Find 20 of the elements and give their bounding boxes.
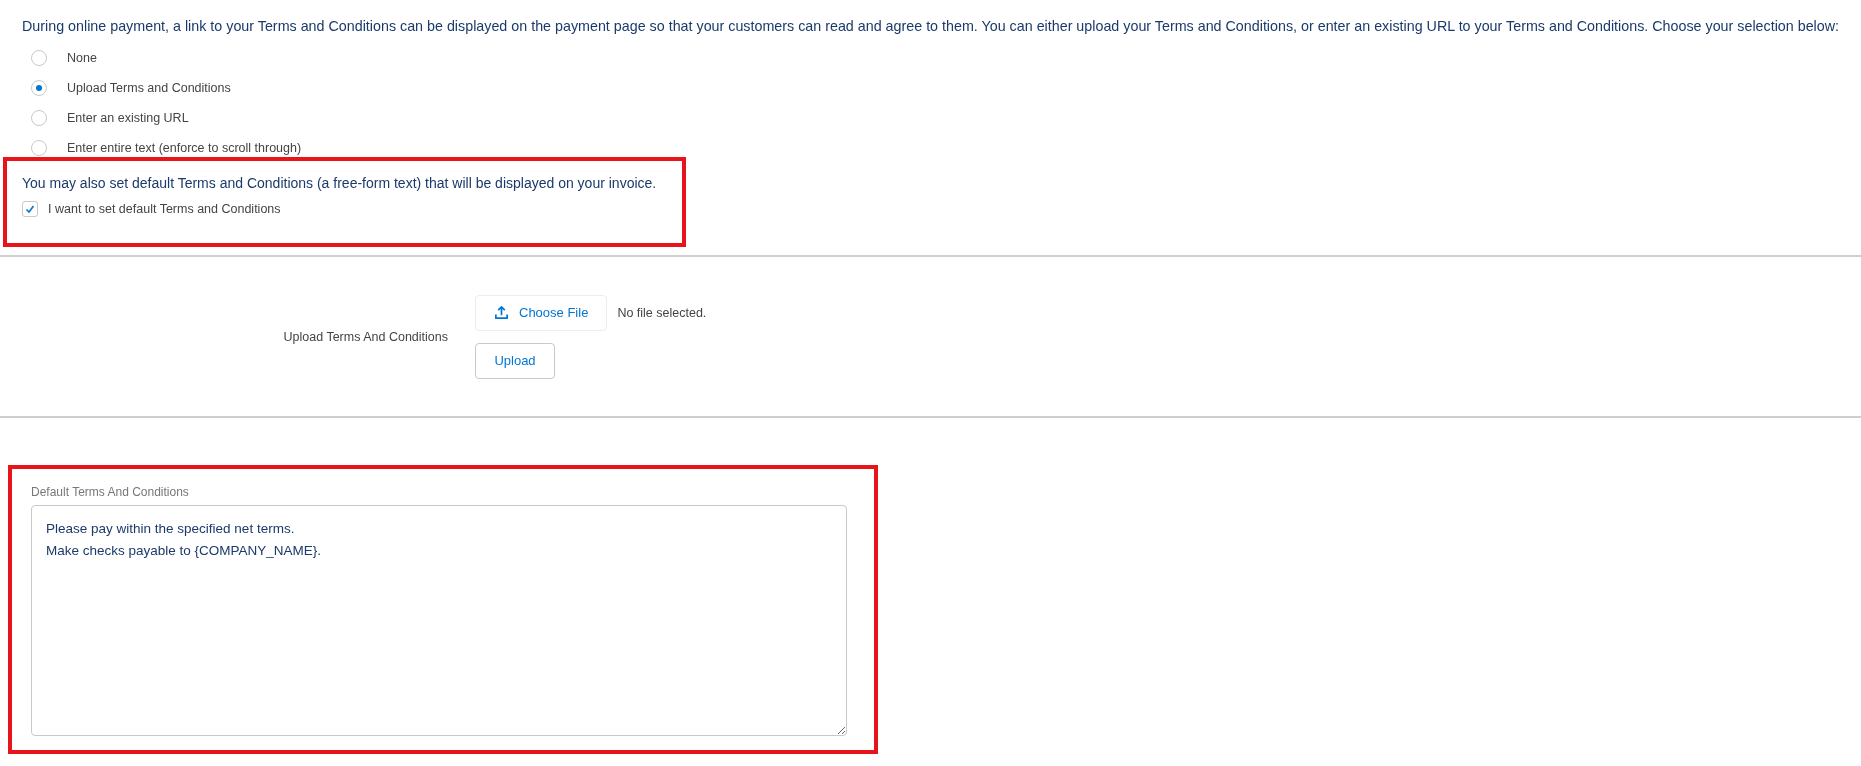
upload-button[interactable]: Upload [475, 342, 555, 379]
intro-text: During online payment, a link to your Terms and Conditions can be displayed on the payment page so that your customers can read and agree to them. You can either upload your Terms and Conditions, or enter an existing URL to your Terms and Conditions. Choose your selection below: [21, 17, 1841, 34]
checkbox[interactable] [22, 201, 38, 217]
terms-textarea[interactable]: Please pay within the specified net terms. Make checks payable to {COMPANY_NAME}. [31, 505, 847, 736]
file-status: No file selected. [617, 305, 707, 320]
radio-label: Upload Terms and Conditions [67, 81, 231, 95]
radio-label: None [67, 51, 97, 65]
radio-button[interactable] [31, 110, 47, 126]
choose-file-button[interactable]: Choose File [475, 294, 608, 331]
checkbox-label: I want to set default Terms and Conditions [48, 202, 281, 216]
field-label: Default Terms And Conditions [31, 485, 190, 499]
radio-label: Enter entire text (enforce to scroll through) [67, 141, 302, 155]
radio-button[interactable] [31, 80, 47, 96]
radio-label: Enter an existing URL [67, 111, 189, 125]
check-icon [25, 204, 35, 214]
field-label: Upload Terms And Conditions [282, 329, 448, 344]
upload-icon [494, 305, 509, 320]
note-text: You may also set default Terms and Conditions (a free-form text) that will be displayed on your invoice. [22, 175, 658, 191]
radio-button[interactable] [31, 140, 47, 156]
radio-button[interactable] [31, 50, 47, 66]
